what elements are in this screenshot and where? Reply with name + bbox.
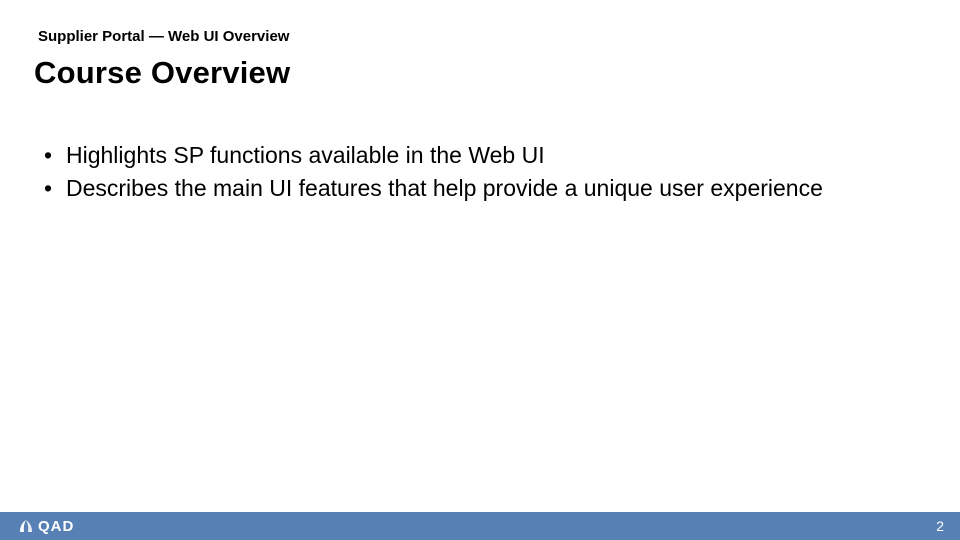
list-item: Highlights SP functions available in the…	[38, 140, 920, 171]
page-number: 2	[936, 518, 944, 534]
page-title: Course Overview	[34, 55, 290, 91]
bullet-list: Highlights SP functions available in the…	[38, 140, 920, 206]
footer-bar: QAD 2	[0, 512, 960, 540]
slide: Supplier Portal — Web UI Overview Course…	[0, 0, 960, 540]
breadcrumb: Supplier Portal — Web UI Overview	[38, 28, 289, 45]
list-item: Describes the main UI features that help…	[38, 173, 920, 204]
logo-text: QAD	[38, 518, 74, 535]
logo: QAD	[18, 518, 74, 535]
brand-mark-icon	[18, 518, 34, 534]
